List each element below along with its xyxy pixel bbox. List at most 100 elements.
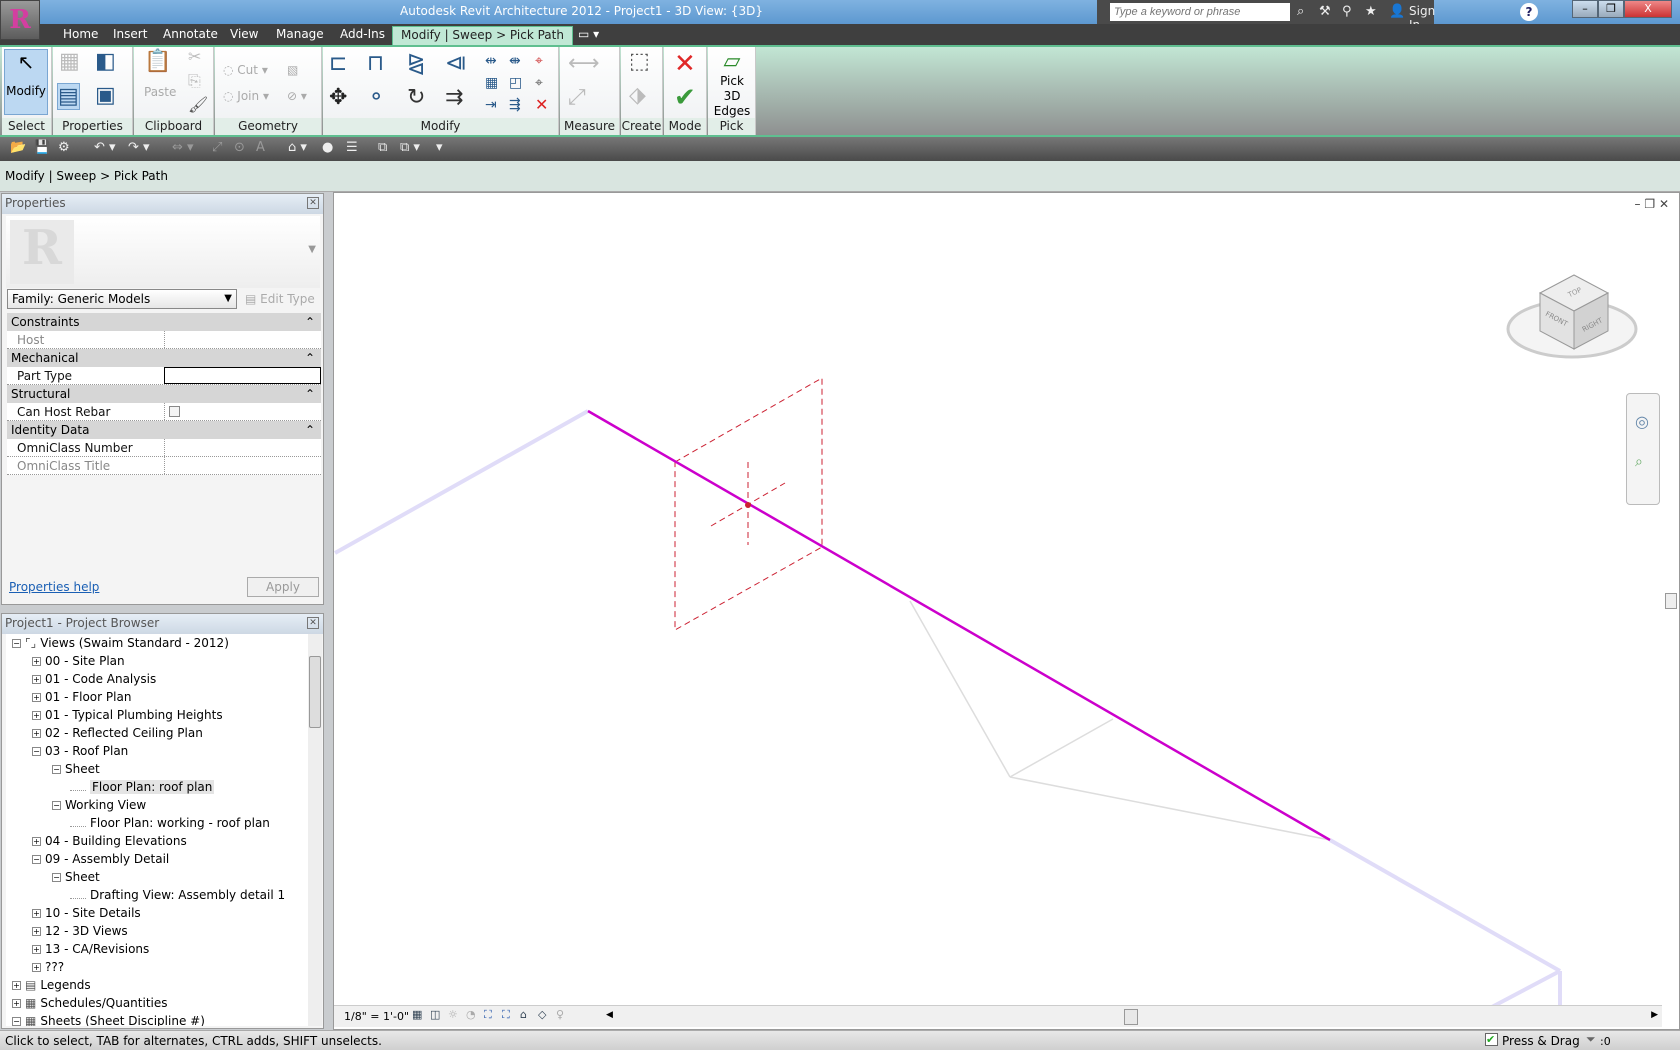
browser-item[interactable]: Floor Plan: roof plan <box>70 780 215 794</box>
collapse-icon[interactable]: − <box>12 639 21 648</box>
expand-icon[interactable]: + <box>32 837 41 846</box>
copy-icon[interactable]: ⎘ <box>188 71 201 91</box>
reveal-hidden-icon[interactable]: ♀ <box>556 1008 564 1021</box>
sun-path-icon[interactable]: ☼ <box>448 1008 458 1021</box>
wall-joins-icon[interactable]: ▧ <box>287 63 298 77</box>
type-properties-icon[interactable]: ▦ <box>59 49 80 74</box>
cut-button[interactable]: ◌ Cut ▾ <box>223 63 268 77</box>
create-group-icon[interactable]: ⬗ <box>629 83 646 108</box>
collapse-icon[interactable]: − <box>32 747 41 756</box>
measure-distance-icon[interactable]: ⟷ <box>568 51 600 76</box>
collapse-icon[interactable]: ⌃ <box>305 421 315 439</box>
browser-item[interactable]: − Sheet <box>52 870 100 884</box>
close-button[interactable]: X <box>1624 0 1672 18</box>
properties-help-link[interactable]: Properties help <box>9 580 99 594</box>
expand-icon[interactable]: + <box>32 711 41 720</box>
expand-icon[interactable]: + <box>32 963 41 972</box>
checkbox[interactable] <box>169 406 180 417</box>
pick-3d-edges-button[interactable]: ▱ Pick 3D Edges <box>710 49 754 119</box>
browser-item[interactable]: −03 - Roof Plan <box>32 744 128 758</box>
browser-item[interactable]: + ▤ Legends <box>12 978 91 992</box>
move-icon[interactable]: ✥ <box>329 85 347 110</box>
expand-icon[interactable]: + <box>32 729 41 738</box>
browser-item[interactable]: − Sheet <box>52 762 100 776</box>
property-value[interactable] <box>164 457 321 474</box>
switch-windows-icon[interactable]: ⧉ ▾ <box>400 140 420 155</box>
property-category[interactable]: Structural ⌃ <box>7 385 321 403</box>
family-category-icon[interactable]: ◧ <box>95 49 116 74</box>
browser-item[interactable]: + ▦ Schedules/Quantities <box>12 996 168 1010</box>
minimize-button[interactable]: – <box>1572 0 1598 18</box>
vertical-scroll-thumb[interactable] <box>1665 593 1677 609</box>
measure-icon[interactable]: ⇔ ▾ <box>172 140 194 155</box>
expand-icon[interactable]: + <box>32 927 41 936</box>
tab-add-ins[interactable]: Add-Ins <box>332 26 393 42</box>
collapse-icon[interactable]: ⌃ <box>305 385 315 403</box>
array-icon[interactable]: ▦ <box>485 75 498 91</box>
minimize-view-icon[interactable]: – <box>1635 197 1641 211</box>
properties-palette-icon[interactable]: ▤ <box>57 83 80 110</box>
type-selector[interactable]: R ▼ <box>6 216 320 288</box>
tab-home[interactable]: Home <box>55 26 106 42</box>
offset-icon[interactable]: ⊓ <box>367 51 384 76</box>
mirror-pick-axis-icon[interactable]: ⧎ <box>407 51 425 76</box>
edit-type-button[interactable]: ▤ Edit Type <box>245 292 315 306</box>
property-value[interactable] <box>164 367 321 384</box>
browser-item[interactable]: +13 - CA/Revisions <box>32 942 149 956</box>
mirror-draw-axis-icon[interactable]: ⧏ <box>445 51 467 76</box>
thin-lines-icon[interactable]: ☰ <box>346 140 358 155</box>
star-icon[interactable]: ★ <box>1365 4 1377 19</box>
rotate-icon[interactable]: ↻ <box>407 85 425 110</box>
tab-modify-sweep-pick-path[interactable]: Modify | Sweep > Pick Path <box>392 26 573 46</box>
expand-icon[interactable]: + <box>12 999 21 1008</box>
scroll-left-icon[interactable]: ◀ <box>606 1010 613 1020</box>
unpin-icon[interactable]: ⌖ <box>535 53 543 69</box>
apply-button[interactable]: Apply <box>247 577 319 597</box>
browser-item[interactable]: +??? <box>32 960 64 974</box>
restore-button[interactable]: ❐ <box>1598 0 1624 18</box>
scale-icon[interactable]: ◰ <box>509 75 522 91</box>
contextual-tab-options-icon[interactable]: ▭ ▾ <box>570 26 607 42</box>
property-value[interactable] <box>164 331 321 348</box>
expand-icon[interactable]: + <box>32 657 41 666</box>
show-crop-icon[interactable]: ⛶ <box>502 1008 510 1022</box>
browser-item[interactable]: −09 - Assembly Detail <box>32 852 169 866</box>
open-icon[interactable]: 📂 <box>10 140 26 155</box>
zoom-region-icon[interactable]: ⌕ <box>1635 454 1643 470</box>
collapse-icon[interactable]: ⌃ <box>305 349 315 367</box>
help-icon[interactable]: ? <box>1520 3 1538 21</box>
copy-element-icon[interactable]: ⚬ <box>367 85 385 110</box>
filter-icon[interactable]: ⏷ <box>1586 1032 1596 1047</box>
create-similar-icon[interactable]: ⬚ <box>629 49 650 74</box>
close-properties-button[interactable]: ✕ <box>307 197 319 209</box>
delete-icon[interactable]: ✕ <box>535 95 548 114</box>
save-icon[interactable]: 💾 <box>34 140 50 155</box>
tab-view[interactable]: View <box>222 26 266 42</box>
close-browser-button[interactable]: ✕ <box>307 617 319 629</box>
horizontal-scroll-thumb[interactable] <box>1124 1009 1138 1025</box>
section-icon[interactable]: ● <box>322 140 333 155</box>
application-menu-button[interactable]: R <box>0 0 40 40</box>
wrench-icon[interactable]: ⚒ <box>1319 4 1331 19</box>
finish-check-icon[interactable]: ✔ <box>674 83 696 113</box>
match-properties-icon[interactable]: 🖌 <box>188 95 208 114</box>
browser-item[interactable]: +01 - Typical Plumbing Heights <box>32 708 223 722</box>
cancel-x-icon[interactable]: ✕ <box>674 49 696 79</box>
property-category[interactable]: Identity Data ⌃ <box>7 421 321 439</box>
3d-view-canvas[interactable]: – ❐ ✕ TOP FRONT RIGHT ◎ ⌕ <box>333 192 1680 1030</box>
satellite-icon[interactable]: ⚲ <box>1342 4 1352 19</box>
close-view-icon[interactable]: ✕ <box>1659 197 1669 211</box>
collapse-icon[interactable]: − <box>32 855 41 864</box>
browser-item[interactable]: − ⌜⌟ Views (Swaim Standard - 2012) <box>12 636 229 650</box>
restore-view-icon[interactable]: ❐ <box>1644 197 1655 211</box>
browser-item[interactable]: +02 - Reflected Ceiling Plan <box>32 726 203 740</box>
lock-3d-view-icon[interactable]: ⌂ <box>520 1008 527 1021</box>
close-hidden-icon[interactable]: ⧉ <box>378 140 387 155</box>
browser-item[interactable]: Floor Plan: working - roof plan <box>70 816 270 830</box>
collapse-icon[interactable]: − <box>52 765 61 774</box>
expand-icon[interactable]: + <box>12 981 21 990</box>
align-icon[interactable]: ⊏ <box>329 51 347 76</box>
dimension-icon[interactable]: ⤢ <box>212 140 222 155</box>
visual-style-icon[interactable]: ◫ <box>430 1008 440 1021</box>
browser-item[interactable]: − Working View <box>52 798 146 812</box>
